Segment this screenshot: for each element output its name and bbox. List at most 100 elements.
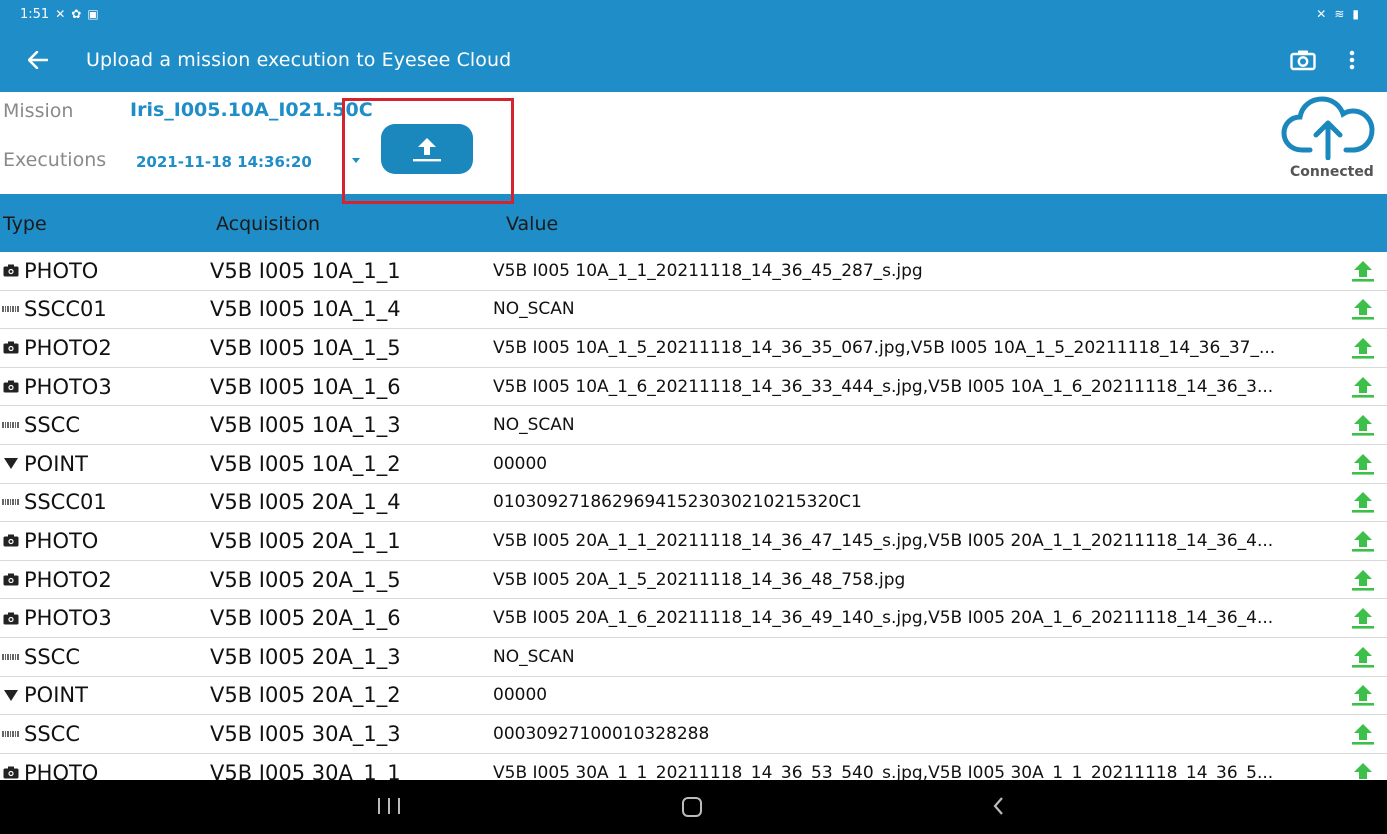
camera-icon <box>2 340 20 356</box>
recents-icon[interactable] <box>378 794 400 818</box>
table-row[interactable]: PHOTO3 V5B I005 20A_1_6 V5B I005 20A_1_6_2… <box>0 599 1387 638</box>
row-type: PHOTO2 <box>2 336 112 360</box>
upload-row-icon[interactable] <box>1350 528 1376 554</box>
row-type-label: SSCC <box>24 644 80 669</box>
row-value: NO_SCAN <box>493 646 575 667</box>
barcode-icon <box>2 649 20 665</box>
upload-row-icon[interactable] <box>1350 721 1376 747</box>
row-type: PHOTO <box>2 259 98 283</box>
table-row[interactable]: POINT V5B I005 20A_1_2 00000 <box>0 677 1387 716</box>
row-type: PHOTO2 <box>2 568 112 592</box>
camera-icon <box>2 533 20 549</box>
upload-row-icon[interactable] <box>1350 296 1376 322</box>
table-row[interactable]: PHOTO V5B I005 20A_1_1 V5B I005 20A_1_1_20… <box>0 522 1387 561</box>
execution-selected-value: 2021-11-18 14:36:20 <box>136 153 312 171</box>
camera-icon <box>2 610 20 626</box>
battery-icon: ▮ <box>1352 7 1359 21</box>
upload-row-icon[interactable] <box>1350 489 1376 515</box>
table-row[interactable]: PHOTO V5B I005 10A_1_1 V5B I005 10A_1_1_20… <box>0 252 1387 291</box>
row-type: PHOTO3 <box>2 375 112 399</box>
executions-label: Executions <box>3 149 107 171</box>
upload-execution-button[interactable] <box>381 124 473 174</box>
row-acquisition: V5B I005 10A_1_2 <box>210 451 401 476</box>
row-type-label: PHOTO <box>24 258 99 283</box>
point-icon <box>2 687 20 703</box>
row-value: 00000 <box>493 685 548 706</box>
upload-row-icon[interactable] <box>1350 258 1376 284</box>
table-row[interactable]: POINT V5B I005 10A_1_2 00000 <box>0 445 1387 484</box>
table-row[interactable]: PHOTO2 V5B I005 10A_1_5 V5B I005 10A_1_5_2… <box>0 329 1387 368</box>
table-row[interactable]: SSCC01 V5B I005 20A_1_4 010309271862969415… <box>0 484 1387 523</box>
settings-status-icon: ✿ <box>71 7 82 21</box>
row-value: 00030927100010328288 <box>493 723 710 744</box>
table-row[interactable]: SSCC V5B I005 30A_1_3 00030927100010328288 <box>0 715 1387 754</box>
mission-value: Iris_I005.10A_I021.50C <box>130 99 373 121</box>
row-type-label: POINT <box>24 451 88 476</box>
upload-row-icon[interactable] <box>1350 335 1376 361</box>
table-row[interactable]: SSCC V5B I005 10A_1_3 NO_SCAN <box>0 406 1387 445</box>
row-acquisition: V5B I005 30A_1_3 <box>210 721 401 746</box>
row-acquisition: V5B I005 10A_1_5 <box>210 335 401 360</box>
table-row[interactable]: PHOTO3 V5B I005 10A_1_6 V5B I005 10A_1_6_2… <box>0 368 1387 407</box>
table-header: Type Acquisition Value <box>0 194 1387 252</box>
barcode-icon <box>2 726 20 742</box>
table-row[interactable]: PHOTO V5B I005 30A_1_1 V5B I005 30A_1_1_20… <box>0 754 1387 780</box>
row-type: SSCC01 <box>2 490 107 514</box>
upload-row-icon[interactable] <box>1350 451 1376 477</box>
table-row[interactable]: PHOTO2 V5B I005 20A_1_5 V5B I005 20A_1_5_2… <box>0 561 1387 600</box>
row-value: 01030927186296941523030210215320C1 <box>493 492 862 513</box>
back-arrow-icon[interactable] <box>18 40 58 80</box>
wifi-icon: ≋ <box>1334 7 1345 21</box>
table-row[interactable]: SSCC01 V5B I005 10A_1_4 NO_SCAN <box>0 291 1387 330</box>
row-type: POINT <box>2 683 88 707</box>
executions-dropdown[interactable]: 2021-11-18 14:36:20 <box>130 148 370 176</box>
row-value: V5B I005 20A_1_5_20211118_14_36_48_758.j… <box>493 569 906 590</box>
row-type-label: SSCC01 <box>24 490 107 515</box>
row-type: SSCC <box>2 413 80 437</box>
upload-row-icon[interactable] <box>1350 412 1376 438</box>
row-value: NO_SCAN <box>493 415 575 436</box>
row-acquisition: V5B I005 20A_1_3 <box>210 644 401 669</box>
row-type-label: PHOTO3 <box>24 374 112 399</box>
mission-header: Mission Iris_I005.10A_I021.50C Execution… <box>0 92 1387 204</box>
status-time: 1:51 <box>20 6 50 22</box>
upload-row-icon[interactable] <box>1350 760 1376 780</box>
more-options-icon[interactable] <box>1338 44 1366 76</box>
row-value: V5B I005 10A_1_5_20211118_14_36_35_067.j… <box>493 337 1276 358</box>
row-value: V5B I005 20A_1_6_20211118_14_36_49_140_s… <box>493 608 1274 629</box>
row-acquisition: V5B I005 20A_1_5 <box>210 567 401 592</box>
row-type: POINT <box>2 452 88 476</box>
row-acquisition: V5B I005 30A_1_1 <box>210 760 401 780</box>
cloud-upload-icon <box>1280 94 1380 161</box>
camera-icon <box>2 379 20 395</box>
camera-icon <box>2 263 20 279</box>
table-row[interactable]: SSCC V5B I005 20A_1_3 NO_SCAN <box>0 638 1387 677</box>
row-type-label: SSCC01 <box>24 297 107 322</box>
row-type: SSCC <box>2 645 80 669</box>
column-header-acquisition: Acquisition <box>216 213 321 235</box>
row-acquisition: V5B I005 20A_1_1 <box>210 528 401 553</box>
nav-back-icon[interactable] <box>990 794 1006 818</box>
upload-row-icon[interactable] <box>1350 682 1376 708</box>
mute-icon: ✕ <box>1316 7 1327 21</box>
row-type-label: POINT <box>24 683 88 708</box>
row-acquisition: V5B I005 20A_1_2 <box>210 683 401 708</box>
upload-row-icon[interactable] <box>1350 605 1376 631</box>
upload-row-icon[interactable] <box>1350 567 1376 593</box>
row-acquisition: V5B I005 20A_1_4 <box>210 490 401 515</box>
camera-icon <box>2 765 20 780</box>
upload-row-icon[interactable] <box>1350 374 1376 400</box>
notification-icon: ▣ <box>87 7 99 21</box>
acquisitions-list: PHOTO V5B I005 10A_1_1 V5B I005 10A_1_1_20… <box>0 252 1387 780</box>
point-icon <box>2 456 20 472</box>
row-type-label: PHOTO2 <box>24 567 112 592</box>
home-icon[interactable] <box>682 797 702 817</box>
row-acquisition: V5B I005 10A_1_4 <box>210 297 401 322</box>
camera-icon[interactable] <box>1286 44 1320 76</box>
column-header-value: Value <box>506 213 559 235</box>
upload-row-icon[interactable] <box>1350 644 1376 670</box>
tools-icon: ✕ <box>55 7 66 21</box>
row-value: V5B I005 10A_1_1_20211118_14_36_45_287_s… <box>493 260 923 281</box>
status-bar: 1:51 ✕ ✿ ▣ ✕ ≋ ▮ <box>0 0 1387 28</box>
row-type-label: SSCC <box>24 721 80 746</box>
